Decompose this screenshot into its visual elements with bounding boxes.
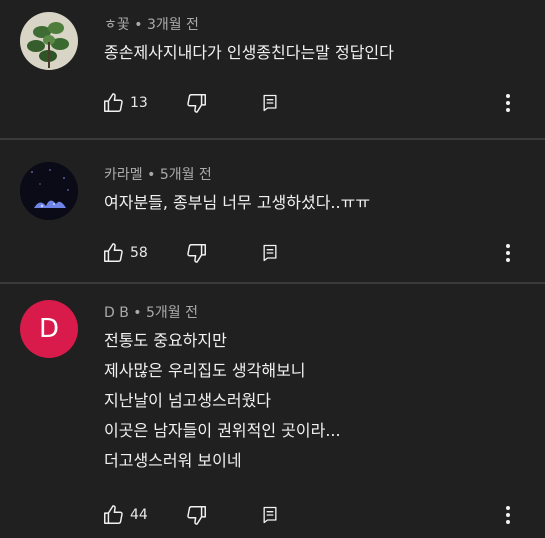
dislike-button[interactable] — [186, 503, 208, 527]
avatar-letter: D — [38, 314, 60, 344]
more-options-button[interactable] — [496, 91, 520, 115]
avatar[interactable]: D — [20, 300, 78, 358]
comment-item: D D B • 5개월 전 전통도 중요하지만 제사많은 우리집도 생각해보니 … — [0, 284, 545, 538]
comment-item: ㅎ꽃 • 3개월 전 종손제사지내다가 인생종친다는말 정답인다 13 — [0, 0, 545, 138]
dislike-icon — [187, 94, 206, 113]
more-options-button[interactable] — [496, 503, 520, 527]
reply-icon — [263, 94, 277, 112]
comment-item: 카라멜 • 5개월 전 여자분들, 종부님 너무 고생하셨다..ㅠㅠ 58 — [0, 140, 545, 282]
comment-time[interactable]: 5개월 전 — [160, 167, 212, 183]
like-icon — [104, 505, 123, 524]
separator-dot: • — [147, 167, 156, 183]
avatar[interactable] — [20, 12, 78, 70]
like-button[interactable]: 13 — [102, 91, 148, 115]
more-options-button[interactable] — [496, 241, 520, 265]
reply-icon — [263, 244, 277, 262]
dislike-icon — [187, 506, 206, 525]
dislike-button[interactable] — [186, 91, 208, 115]
plant-avatar-icon — [20, 12, 78, 70]
comment-meta: D B • 5개월 전 — [104, 302, 198, 322]
comment-actions: 58 — [102, 241, 532, 265]
author-name[interactable]: ㅎ꽃 — [104, 17, 130, 33]
comment-actions: 44 — [102, 503, 532, 527]
author-name[interactable]: D B — [104, 305, 129, 321]
comment-text: 전통도 중요하지만 제사많은 우리집도 생각해보니 지난날이 넘고생스러웠다 이… — [104, 326, 341, 476]
comment-actions: 13 — [102, 91, 532, 115]
comment-line: 지난날이 넘고생스러웠다 — [104, 391, 272, 410]
avatar[interactable] — [20, 162, 78, 220]
comment-time[interactable]: 3개월 전 — [147, 17, 199, 33]
comment-line: 종손제사지내다가 인생종친다는말 정답인다 — [104, 43, 394, 62]
dislike-icon — [187, 244, 206, 263]
author-name[interactable]: 카라멜 — [104, 167, 143, 183]
separator-dot: • — [134, 17, 143, 33]
like-count: 58 — [130, 245, 148, 261]
comment-meta: 카라멜 • 5개월 전 — [104, 164, 212, 184]
like-button[interactable]: 44 — [102, 503, 148, 527]
like-button[interactable]: 58 — [102, 241, 148, 265]
comment-line: 전통도 중요하지만 — [104, 331, 227, 350]
dislike-button[interactable] — [186, 241, 208, 265]
like-count: 44 — [130, 507, 148, 523]
like-icon — [104, 243, 123, 262]
reply-button[interactable] — [260, 241, 280, 265]
comment-line: 제사많은 우리집도 생각해보니 — [104, 361, 306, 380]
more-vert-icon — [506, 94, 510, 112]
comment-text: 여자분들, 종부님 너무 고생하셨다..ㅠㅠ — [104, 188, 370, 218]
more-vert-icon — [506, 244, 510, 262]
separator-dot: • — [133, 305, 142, 321]
comment-line: 여자분들, 종부님 너무 고생하셨다..ㅠㅠ — [104, 193, 371, 212]
comment-line: 이곳은 남자들이 권위적인 곳이라... — [104, 421, 341, 440]
night-sky-avatar-icon — [20, 162, 78, 220]
like-count: 13 — [130, 95, 148, 111]
like-icon — [104, 93, 123, 112]
comment-meta: ㅎ꽃 • 3개월 전 — [104, 14, 199, 34]
more-vert-icon — [506, 506, 510, 524]
reply-icon — [263, 506, 277, 524]
comment-time[interactable]: 5개월 전 — [146, 305, 198, 321]
reply-button[interactable] — [260, 503, 280, 527]
comment-text: 종손제사지내다가 인생종친다는말 정답인다 — [104, 38, 394, 68]
reply-button[interactable] — [260, 91, 280, 115]
comment-line: 더고생스러워 보이네 — [104, 451, 242, 470]
